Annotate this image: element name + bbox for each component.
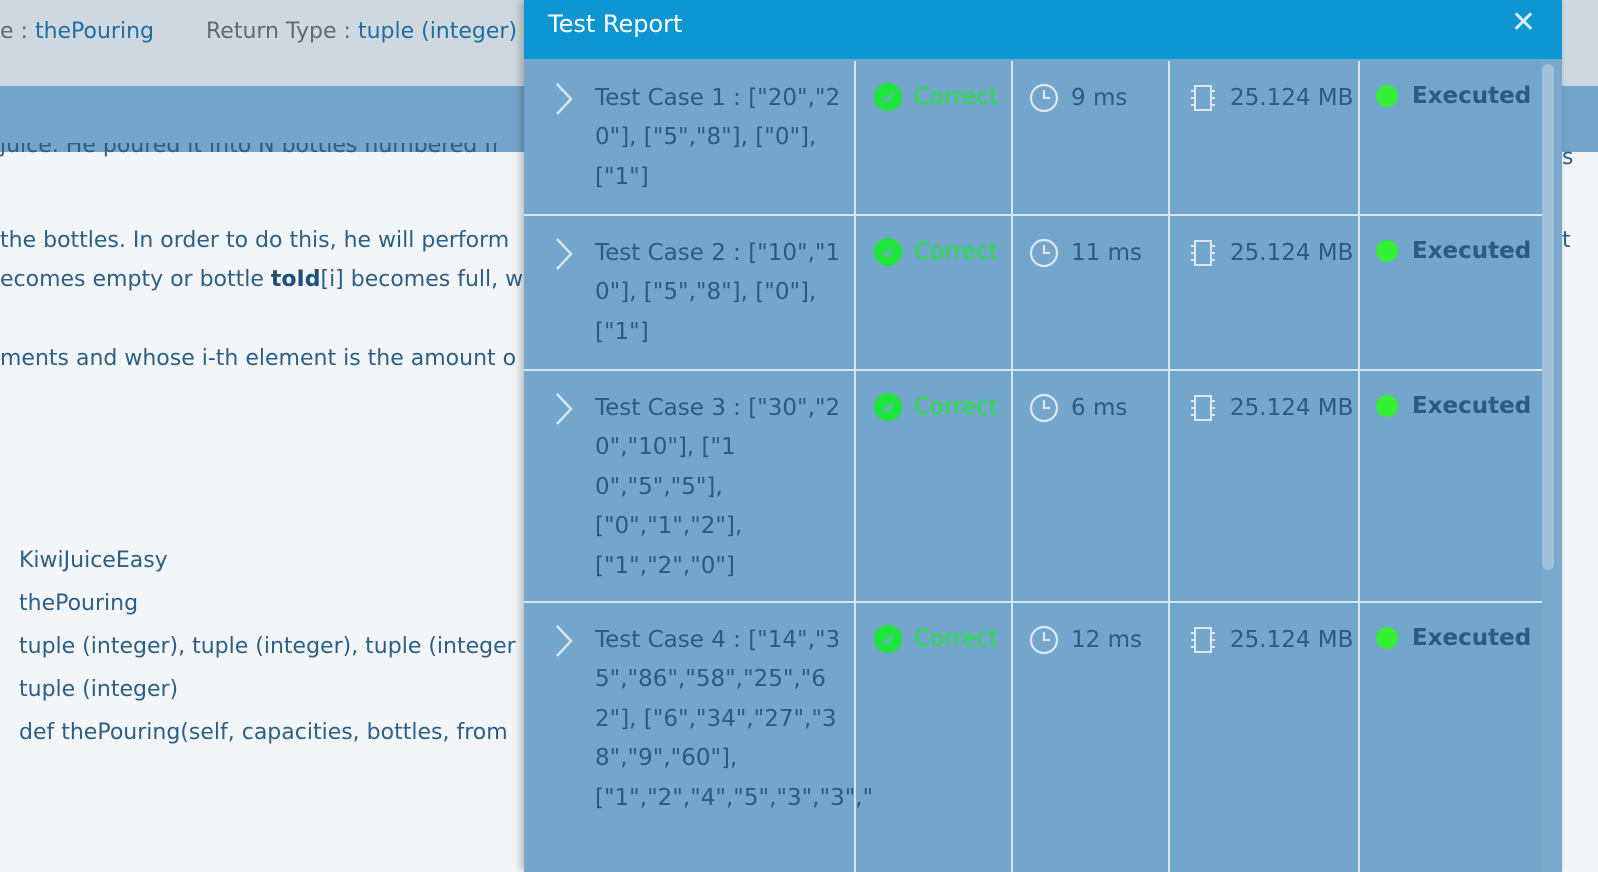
modal-title: Test Report — [548, 10, 683, 38]
test-status-cell: Correct — [856, 216, 1013, 369]
test-memory-text: 25.124 MB — [1230, 627, 1354, 653]
statement-line-1: juice. He poured it into N bottles numbe… — [0, 143, 501, 163]
test-case-name-cell: Test Case 4 : ["14","35","86","58","25",… — [524, 603, 874, 872]
statement-line-1-text: juice. He poured it into N bottles numbe… — [0, 143, 502, 158]
chevron-right-icon[interactable] — [554, 391, 574, 427]
clock-icon — [1029, 238, 1059, 268]
memory-chip-icon — [1191, 395, 1215, 421]
test-execution-text: Executed — [1412, 393, 1532, 419]
check-circle-icon — [874, 83, 902, 111]
test-status-text: Correct — [914, 239, 998, 265]
test-time-cell: 9 ms — [1013, 61, 1170, 214]
test-time-text: 9 ms — [1071, 85, 1128, 111]
check-circle-icon — [874, 625, 902, 653]
test-execution-text: Executed — [1412, 625, 1532, 651]
test-execution-cell: Executed — [1360, 216, 1542, 369]
check-circle-icon — [874, 393, 902, 421]
statement-line-4: ments and whose i-th element is the amou… — [0, 346, 517, 371]
test-memory-cell: 25.124 MB — [1170, 216, 1360, 369]
statement-right-edge-2: t — [1562, 228, 1571, 253]
method-name-field: e : thePouring — [0, 19, 154, 44]
test-case-label: Test Case 4 : ["14","35","86","58","25",… — [595, 627, 874, 811]
test-memory-cell: 25.124 MB — [1170, 371, 1360, 601]
method-name-value: thePouring — [34, 19, 154, 44]
test-case-row: Test Case 1 : ["20","20"], ["5","8"], ["… — [524, 61, 1542, 216]
status-dot-icon — [1376, 395, 1398, 417]
scrollbar-thumb[interactable] — [1542, 64, 1554, 570]
test-case-name-cell: Test Case 3 : ["30","20","10"], ["10","5… — [524, 371, 856, 601]
test-case-label: Test Case 3 : ["30","20","10"], ["10","5… — [595, 395, 841, 579]
test-time-text: 6 ms — [1071, 395, 1128, 421]
statement-line-3-pre: ecomes empty or bottle — [0, 267, 271, 292]
clock-icon — [1029, 83, 1059, 113]
statement-line-3-post: [i] becomes full, w — [320, 267, 524, 292]
signature-definition: def thePouring(self, capacities, bottles… — [19, 720, 508, 745]
test-case-row: Test Case 2 : ["10","10"], ["5","8"], ["… — [524, 216, 1542, 371]
memory-chip-icon — [1191, 627, 1215, 653]
test-report-modal: Test Report ✕ Test Case 1 : ["20","20"],… — [524, 0, 1562, 872]
status-dot-icon — [1376, 240, 1398, 262]
test-status-text: Correct — [914, 394, 998, 420]
memory-chip-icon — [1191, 85, 1215, 111]
method-name-label: e : — [0, 19, 35, 44]
test-memory-cell: 25.124 MB — [1170, 603, 1360, 872]
test-case-row: Test Case 3 : ["30","20","10"], ["10","5… — [524, 371, 1542, 603]
signature-class-name: KiwiJuiceEasy — [19, 548, 168, 573]
statement-line-3: ecomes empty or bottle toId[i] becomes f… — [0, 265, 523, 295]
test-case-list: Test Case 1 : ["20","20"], ["5","8"], ["… — [524, 61, 1542, 872]
test-time-text: 11 ms — [1071, 240, 1142, 266]
statement-line-3-bold: toId — [270, 267, 321, 292]
chevron-right-icon[interactable] — [554, 236, 574, 272]
clock-icon — [1029, 625, 1059, 655]
close-button[interactable]: ✕ — [1511, 8, 1536, 38]
return-type-label: Return Type : — [206, 19, 358, 44]
return-type-value: tuple (integer) — [357, 19, 518, 44]
signature-parameters: tuple (integer), tuple (integer), tuple … — [19, 634, 516, 659]
signature-returns: tuple (integer) — [19, 677, 179, 702]
test-case-label: Test Case 2 : ["10","10"], ["5","8"], ["… — [595, 240, 841, 345]
test-execution-cell: Executed — [1360, 603, 1542, 872]
chevron-right-icon[interactable] — [554, 81, 574, 117]
clock-icon — [1029, 393, 1059, 423]
test-memory-text: 25.124 MB — [1230, 85, 1354, 111]
test-time-cell: 11 ms — [1013, 216, 1170, 369]
test-status-cell: Correct — [856, 61, 1013, 214]
chevron-right-icon[interactable] — [554, 623, 574, 659]
test-memory-text: 25.124 MB — [1230, 240, 1354, 266]
test-time-cell: 12 ms — [1013, 603, 1170, 872]
test-status-cell: Correct — [856, 603, 1013, 872]
test-memory-text: 25.124 MB — [1230, 395, 1354, 421]
test-case-name-cell: Test Case 1 : ["20","20"], ["5","8"], ["… — [524, 61, 856, 214]
signature-method-name: thePouring — [19, 591, 139, 616]
return-type-field: Return Type : tuple (integer) — [206, 19, 517, 44]
statement-line-2: the bottles. In order to do this, he wil… — [0, 228, 510, 253]
test-status-text: Correct — [914, 626, 998, 652]
test-case-label: Test Case 1 : ["20","20"], ["5","8"], ["… — [595, 85, 841, 190]
test-case-row: Test Case 4 : ["14","35","86","58","25",… — [524, 603, 1542, 872]
test-execution-text: Executed — [1412, 83, 1532, 109]
status-dot-icon — [1376, 85, 1398, 107]
statement-right-edge-1: s — [1562, 145, 1574, 170]
modal-header: Test Report ✕ — [524, 0, 1562, 59]
test-time-cell: 6 ms — [1013, 371, 1170, 601]
test-execution-cell: Executed — [1360, 371, 1542, 601]
test-status-cell: Correct — [856, 371, 1013, 601]
check-circle-icon — [874, 238, 902, 266]
test-execution-cell: Executed — [1360, 61, 1542, 214]
test-status-text: Correct — [914, 84, 998, 110]
test-case-name-cell: Test Case 2 : ["10","10"], ["5","8"], ["… — [524, 216, 856, 369]
memory-chip-icon — [1191, 240, 1215, 266]
test-memory-cell: 25.124 MB — [1170, 61, 1360, 214]
test-execution-text: Executed — [1412, 238, 1532, 264]
test-time-text: 12 ms — [1071, 627, 1142, 653]
status-dot-icon — [1376, 627, 1398, 649]
